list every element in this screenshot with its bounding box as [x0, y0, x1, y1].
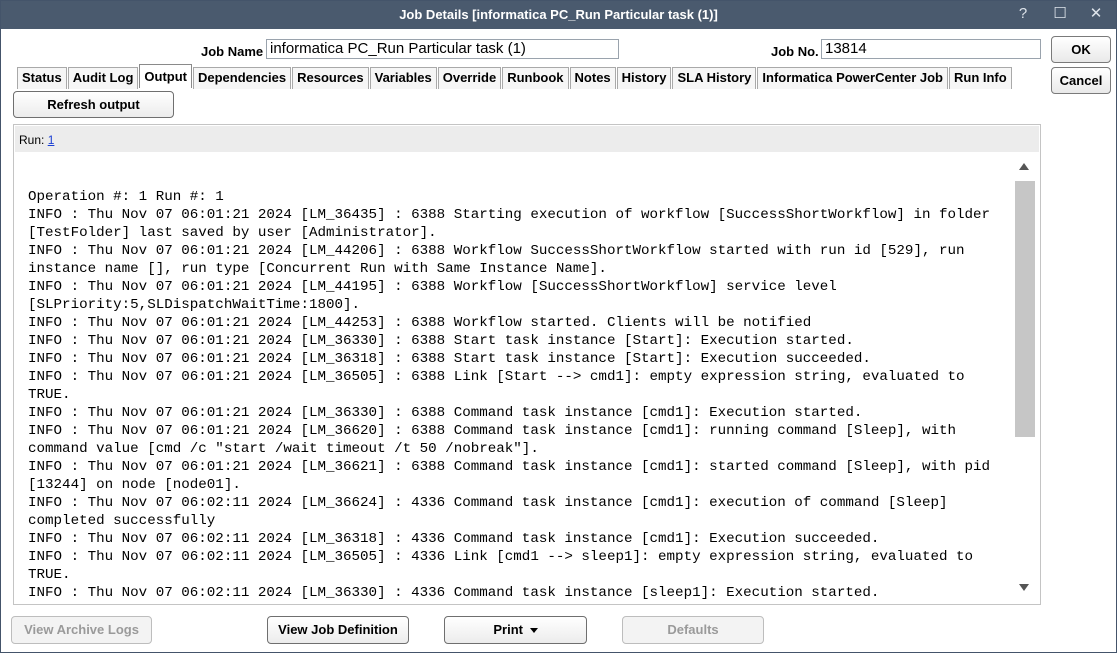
job-name-label: Job Name [201, 44, 264, 59]
scroll-up-icon[interactable] [1019, 163, 1029, 170]
tab-audit-log[interactable]: Audit Log [67, 67, 139, 89]
log-line: command value [cmd /c "start /wait timeo… [28, 441, 539, 457]
job-name-field[interactable]: informatica PC_Run Particular task (1) [266, 39, 619, 59]
log-line: [TestFolder] last saved by user [Adminis… [28, 225, 437, 241]
log-line: INFO : Thu Nov 07 06:01:21 2024 [LM_3662… [28, 459, 991, 475]
log-line: INFO : Thu Nov 07 06:01:21 2024 [LM_4425… [28, 315, 812, 331]
tab-status[interactable]: Status [17, 67, 67, 89]
run-label: Run: [19, 133, 45, 147]
window-title: Job Details [informatica PC_Run Particul… [399, 7, 718, 22]
maximize-icon[interactable]: ☐ [1049, 4, 1071, 24]
tab-notes[interactable]: Notes [569, 67, 616, 89]
log-line: Operation #: 1 Run #: 1 [28, 189, 224, 205]
log-line: INFO : Thu Nov 07 06:01:21 2024 [LM_3633… [28, 333, 854, 349]
print-label: Print [493, 622, 523, 637]
title-bar[interactable]: Job Details [informatica PC_Run Particul… [1, 1, 1116, 29]
run-selector-bar: Run: 1 [15, 126, 1039, 152]
tab-run-info[interactable]: Run Info [949, 67, 1012, 89]
tab-variables[interactable]: Variables [369, 67, 437, 89]
log-line: TRUE. [28, 567, 71, 583]
log-line: INFO : Thu Nov 07 06:01:21 2024 [LM_3633… [28, 405, 863, 421]
job-no-label: Job No. [771, 44, 819, 59]
log-line: INFO : Thu Nov 07 06:01:21 2024 [LM_3631… [28, 351, 871, 367]
tab-sla-history[interactable]: SLA History [672, 67, 757, 89]
log-line: INFO : Thu Nov 07 06:01:21 2024 [LM_3643… [28, 207, 991, 223]
log-line: TRUE. [28, 387, 71, 403]
log-line: instance name [], run type [Concurrent R… [28, 261, 607, 277]
log-line: [13244] on node [node01]. [28, 477, 241, 493]
caret-down-icon [529, 628, 538, 634]
tab-override[interactable]: Override [437, 67, 502, 89]
log-line: INFO : Thu Nov 07 06:02:11 2024 [LM_3631… [28, 531, 880, 547]
log-line: INFO : Thu Nov 07 06:02:11 2024 [LM_3633… [28, 585, 880, 601]
scroll-down-icon[interactable] [1019, 584, 1029, 591]
log-line: INFO : Thu Nov 07 06:02:11 2024 [LM_3650… [28, 549, 974, 565]
output-log[interactable]: Operation #: 1 Run #: 1 INFO : Thu Nov 07… [28, 188, 1018, 602]
print-button[interactable]: Print [444, 616, 587, 644]
defaults-button[interactable]: Defaults [622, 616, 764, 644]
vertical-scrollbar[interactable] [1014, 156, 1036, 600]
tab-history[interactable]: History [616, 67, 672, 89]
help-icon[interactable]: ? [1012, 4, 1034, 24]
log-line: [SLPriority:5,SLDispatchWaitTime:1800]. [28, 297, 361, 313]
view-archive-logs-button[interactable]: View Archive Logs [11, 616, 152, 644]
log-line: INFO : Thu Nov 07 06:01:21 2024 [LM_4419… [28, 279, 837, 295]
ok-button[interactable]: OK [1051, 36, 1111, 63]
log-line: completed successfully [28, 513, 216, 529]
tab-runbook[interactable]: Runbook [502, 67, 569, 89]
tab-informatica-powercenter-job[interactable]: Informatica PowerCenter Job [757, 67, 948, 89]
scroll-thumb[interactable] [1015, 181, 1035, 437]
tab-strip: Status Audit Log Output Dependencies Res… [17, 64, 1013, 89]
log-line: INFO : Thu Nov 07 06:01:21 2024 [LM_4420… [28, 243, 965, 259]
tab-resources[interactable]: Resources [292, 67, 369, 89]
refresh-output-button[interactable]: Refresh output [13, 91, 174, 118]
close-icon[interactable]: ✕ [1085, 4, 1107, 24]
job-no-field[interactable]: 13814 [821, 39, 1041, 59]
log-line: INFO : Thu Nov 07 06:01:21 2024 [LM_3662… [28, 423, 957, 439]
tab-output[interactable]: Output [139, 64, 192, 88]
job-details-window: Job Details [informatica PC_Run Particul… [0, 0, 1117, 653]
cancel-button[interactable]: Cancel [1051, 67, 1111, 94]
output-panel: Run: 1 Operation #: 1 Run #: 1 INFO : Thu… [13, 124, 1041, 605]
log-line: INFO : Thu Nov 07 06:01:21 2024 [LM_3650… [28, 369, 965, 385]
view-job-definition-button[interactable]: View Job Definition [267, 616, 409, 644]
tab-dependencies[interactable]: Dependencies [192, 67, 292, 89]
log-line: INFO : Thu Nov 07 06:02:11 2024 [LM_3662… [28, 495, 948, 511]
run-link[interactable]: 1 [48, 133, 55, 147]
